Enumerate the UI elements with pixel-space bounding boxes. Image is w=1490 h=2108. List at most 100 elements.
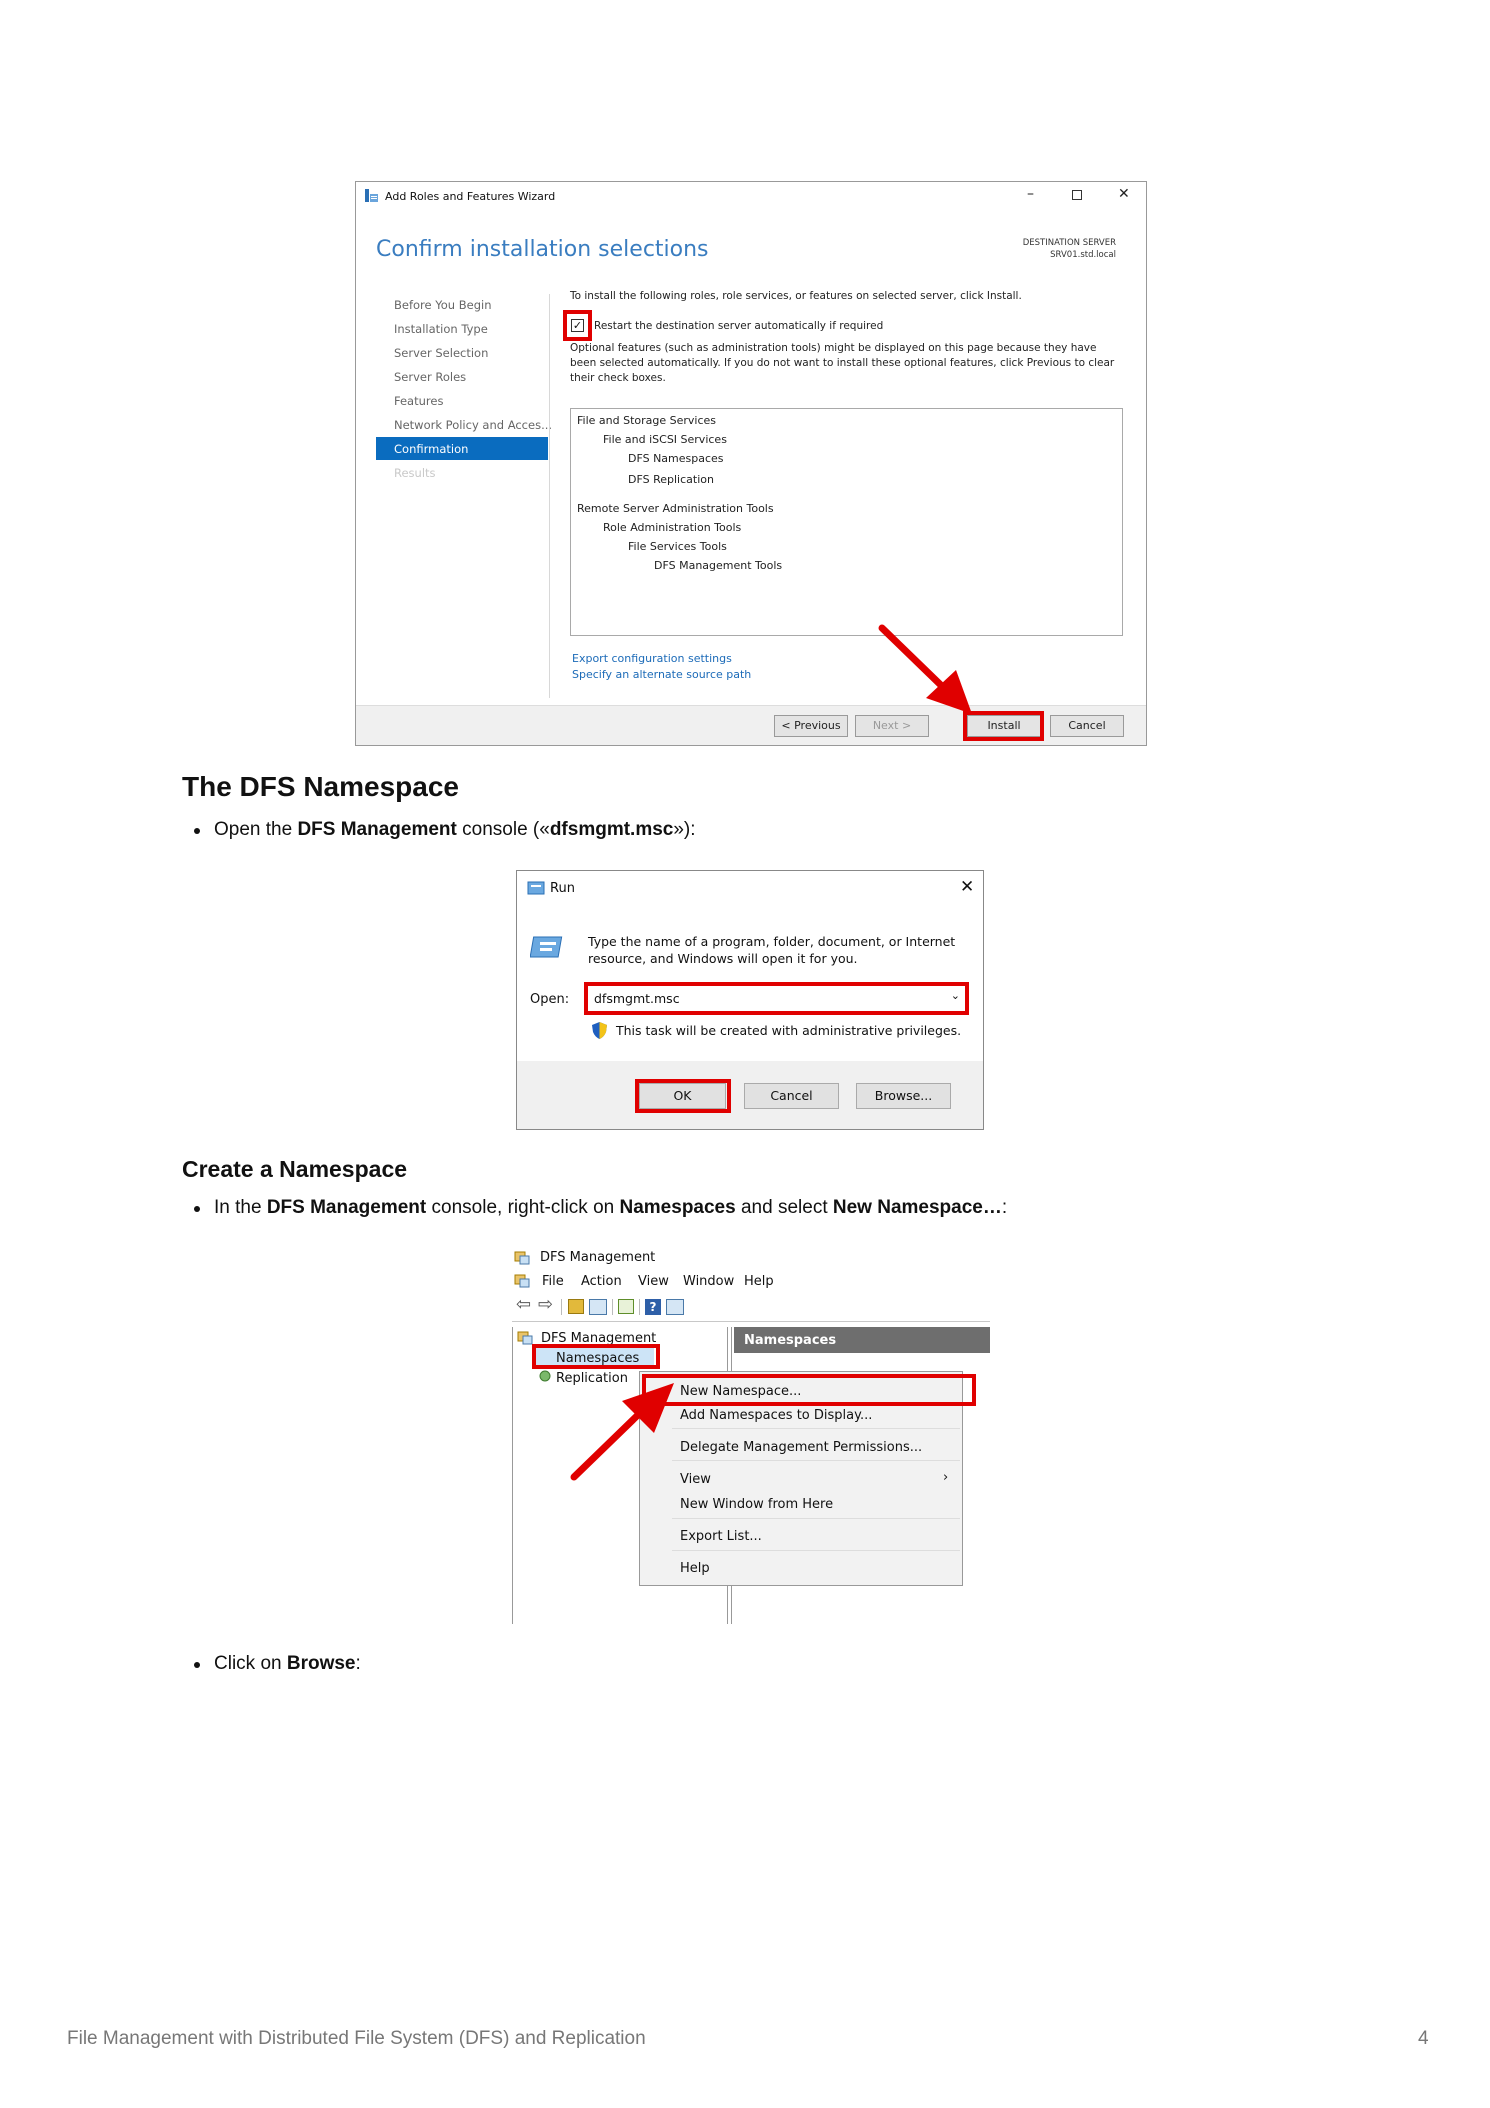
menu-help-item[interactable]: Help [680, 1561, 710, 1576]
export-icon[interactable] [618, 1299, 634, 1314]
up-folder-icon[interactable] [568, 1299, 584, 1314]
feature-item: File and Storage Services [577, 414, 717, 427]
text: Open the [214, 819, 298, 840]
server-manager-icon [365, 189, 378, 202]
dfs-app-icon [514, 1251, 530, 1265]
text: : [355, 1653, 361, 1674]
destination-server: DESTINATION SERVER SRV01.std.local [1023, 237, 1116, 261]
previous-button[interactable]: < Previous [774, 715, 848, 737]
alternate-source-link[interactable]: Specify an alternate source path [572, 668, 751, 681]
export-config-link[interactable]: Export configuration settings [572, 652, 732, 665]
restart-label: Restart the destination server automatic… [594, 320, 884, 332]
toolbar-separator [639, 1299, 640, 1315]
wizard-divider [549, 294, 550, 698]
text-bold: DFS Management [266, 1197, 427, 1218]
menu-separator [672, 1518, 960, 1519]
maximize-icon[interactable] [1072, 190, 1082, 200]
text: console (« [456, 819, 550, 840]
wizard-heading: Confirm installation selections [376, 237, 709, 262]
browse-button[interactable]: Browse... [856, 1083, 951, 1109]
text-bold: DFS Management [297, 819, 457, 840]
toolbar-separator [612, 1299, 613, 1315]
text-bold: Namespaces [619, 1197, 736, 1218]
menu-new-window[interactable]: New Window from Here [680, 1497, 833, 1512]
menu-view-submenu[interactable]: View [680, 1472, 711, 1487]
dfs-management-screenshot: DFS Management File Action View Window H… [512, 1247, 990, 1624]
toolbar-separator [561, 1299, 562, 1315]
text: console, right-click on [426, 1197, 620, 1218]
cancel-button[interactable]: Cancel [1050, 715, 1124, 737]
uac-shield-icon [592, 1022, 607, 1039]
page-number: 4 [1418, 2028, 1429, 2049]
step-before-you-begin[interactable]: Before You Begin [394, 298, 491, 312]
footer-title: File Management with Distributed File Sy… [67, 2028, 646, 2049]
step-features[interactable]: Features [394, 394, 443, 408]
step-server-selection[interactable]: Server Selection [394, 346, 488, 360]
menu-view[interactable]: View [638, 1274, 669, 1289]
subsection-title: Create a Namespace [182, 1156, 408, 1182]
bullet-dot [194, 1662, 200, 1668]
pane-header-title: Namespaces [744, 1333, 837, 1348]
highlight-open-input [584, 982, 969, 1015]
next-button[interactable]: Next > [855, 715, 929, 737]
highlight-ok-button [635, 1079, 731, 1113]
close-icon[interactable]: ✕ [960, 877, 974, 897]
menu-file[interactable]: File [542, 1274, 564, 1289]
wizard-intro: To install the following roles, role ser… [570, 290, 1022, 302]
step-confirmation[interactable]: Confirmation [376, 437, 548, 460]
menu-separator [672, 1460, 960, 1461]
feature-item: DFS Management Tools [654, 559, 783, 572]
run-description-line1: Type the name of a program, folder, docu… [588, 934, 956, 949]
menu-help[interactable]: Help [744, 1274, 774, 1289]
show-tree-icon[interactable] [589, 1299, 607, 1315]
dfs-menu-icon [514, 1274, 530, 1288]
run-title: Run [550, 881, 575, 896]
step-installation-type[interactable]: Installation Type [394, 322, 488, 336]
feature-list: File and Storage Services File and iSCSI… [570, 408, 1123, 636]
open-label: Open: [530, 992, 570, 1007]
cancel-button[interactable]: Cancel [744, 1083, 839, 1109]
close-icon[interactable]: ✕ [1118, 186, 1130, 202]
help-icon[interactable]: ? [645, 1299, 661, 1315]
menu-delegate-permissions[interactable]: Delegate Management Permissions... [680, 1440, 922, 1455]
run-description: Type the name of a program, folder, docu… [588, 933, 958, 967]
optional-text-2: been selected automatically. If you do n… [570, 357, 1115, 369]
bullet-dot [194, 1206, 200, 1212]
menu-separator [672, 1550, 960, 1551]
feature-item: Role Administration Tools [603, 521, 742, 534]
menu-action[interactable]: Action [581, 1274, 622, 1289]
feature-item: DFS Namespaces [628, 452, 724, 465]
wizard-screenshot: Add Roles and Features Wizard – ✕ Confir… [355, 181, 1147, 746]
menu-window[interactable]: Window [683, 1274, 734, 1289]
show-action-pane-icon[interactable] [666, 1299, 684, 1315]
privilege-note: This task will be created with administr… [616, 1023, 962, 1038]
replication-icon [539, 1370, 551, 1382]
step-server-roles[interactable]: Server Roles [394, 370, 466, 384]
menu-export-list[interactable]: Export List... [680, 1529, 762, 1544]
text: In the [214, 1197, 267, 1218]
forward-arrow-icon[interactable]: ⇨ [538, 1294, 553, 1315]
text-bold: New Namespace… [832, 1197, 1002, 1218]
wizard-window-title: Add Roles and Features Wizard [385, 190, 556, 203]
text: »): [673, 819, 696, 840]
red-arrow-icon [570, 1383, 674, 1481]
text-bold: Browse [286, 1653, 356, 1674]
run-description-line2: resource, and Windows will open it for y… [588, 951, 858, 966]
feature-item: Remote Server Administration Tools [577, 502, 774, 515]
back-arrow-icon[interactable]: ⇦ [516, 1294, 531, 1315]
toolbar-divider [512, 1321, 990, 1322]
menu-separator [672, 1428, 960, 1429]
text: : [1001, 1197, 1008, 1218]
feature-item: File Services Tools [628, 540, 727, 553]
bullet-dot [194, 828, 200, 834]
destination-server-name: SRV01.std.local [1050, 250, 1116, 260]
destination-label: DESTINATION SERVER [1022, 238, 1116, 248]
highlight-new-namespace [642, 1374, 976, 1406]
run-dialog: Run ✕ Type the name of a program, folder… [516, 870, 984, 1130]
menu-add-namespaces[interactable]: Add Namespaces to Display... [680, 1408, 872, 1423]
text: and select [735, 1197, 833, 1218]
minimize-icon[interactable]: – [1027, 186, 1034, 202]
text-bold: dfsmgmt.msc [549, 819, 674, 840]
optional-text-3: their check boxes. [570, 372, 666, 384]
step-network-policy[interactable]: Network Policy and Acces... [394, 418, 552, 432]
